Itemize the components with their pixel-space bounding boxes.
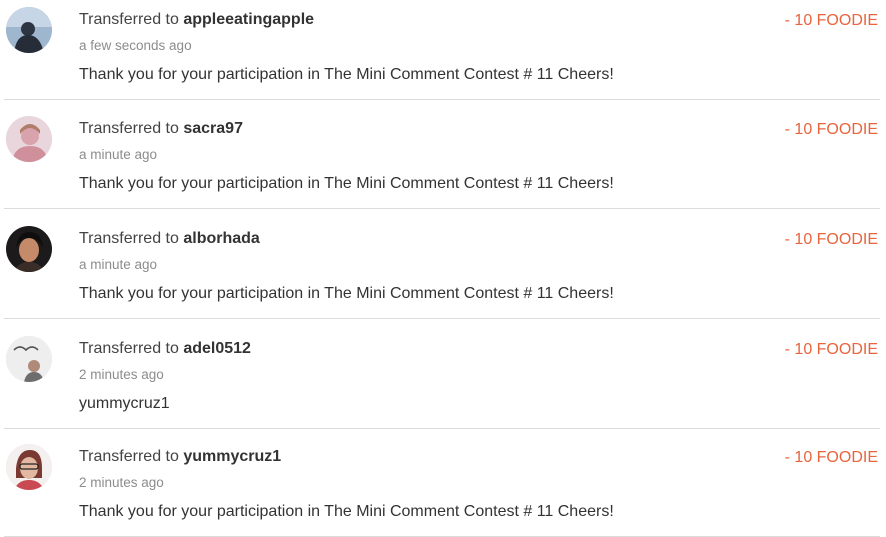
transfer-title: Transferred to sacra97 (79, 120, 243, 138)
user-avatar-icon[interactable] (6, 226, 52, 272)
transfer-row: Transferred to appleeatingapple a few se… (0, 0, 886, 100)
transfer-prefix: Transferred to (79, 230, 179, 247)
transfer-memo: yummycruz1 (79, 395, 170, 412)
row-divider (4, 428, 880, 429)
user-avatar-icon[interactable] (6, 7, 52, 53)
transfer-title: Transferred to alborhada (79, 230, 260, 248)
transfer-history-list: Transferred to appleeatingapple a few se… (0, 0, 886, 537)
transfer-row: Transferred to adel0512 2 minutes ago yu… (0, 329, 886, 429)
recipient-link[interactable]: alborhada (183, 230, 259, 247)
recipient-link[interactable]: sacra97 (183, 120, 243, 137)
transfer-memo: Thank you for your participation in The … (79, 285, 614, 302)
row-divider (4, 318, 880, 319)
recipient-link[interactable]: yummycruz1 (183, 448, 281, 465)
timestamp: a minute ago (79, 147, 158, 162)
transfer-amount: - 10 FOODIE (784, 12, 878, 29)
recipient-link[interactable]: appleeatingapple (183, 11, 314, 28)
timestamp: 2 minutes ago (79, 367, 164, 382)
transfer-memo: Thank you for your participation in The … (79, 503, 614, 520)
row-divider (4, 99, 880, 100)
user-avatar-icon[interactable] (6, 336, 52, 382)
row-divider (4, 208, 880, 209)
transfer-prefix: Transferred to (79, 120, 179, 137)
transfer-amount: - 10 FOODIE (784, 121, 878, 138)
transfer-prefix: Transferred to (79, 11, 179, 28)
transfer-amount: - 10 FOODIE (784, 341, 878, 358)
transfer-memo: Thank you for your participation in The … (79, 175, 614, 192)
transfer-amount: - 10 FOODIE (784, 449, 878, 466)
recipient-link[interactable]: adel0512 (183, 340, 251, 357)
transfer-title: Transferred to yummycruz1 (79, 448, 281, 466)
timestamp: a few seconds ago (79, 38, 192, 53)
transfer-row: Transferred to yummycruz1 2 minutes ago … (0, 437, 886, 537)
transfer-prefix: Transferred to (79, 340, 179, 357)
user-avatar-icon[interactable] (6, 444, 52, 490)
transfer-memo: Thank you for your participation in The … (79, 66, 614, 83)
timestamp: a minute ago (79, 257, 158, 272)
transfer-row: Transferred to alborhada a minute ago Th… (0, 219, 886, 319)
timestamp: 2 minutes ago (79, 475, 164, 490)
transfer-row: Transferred to sacra97 a minute ago Than… (0, 109, 886, 209)
transfer-title: Transferred to appleeatingapple (79, 11, 314, 29)
transfer-prefix: Transferred to (79, 448, 179, 465)
user-avatar-icon[interactable] (6, 116, 52, 162)
transfer-title: Transferred to adel0512 (79, 340, 251, 358)
transfer-amount: - 10 FOODIE (784, 231, 878, 248)
